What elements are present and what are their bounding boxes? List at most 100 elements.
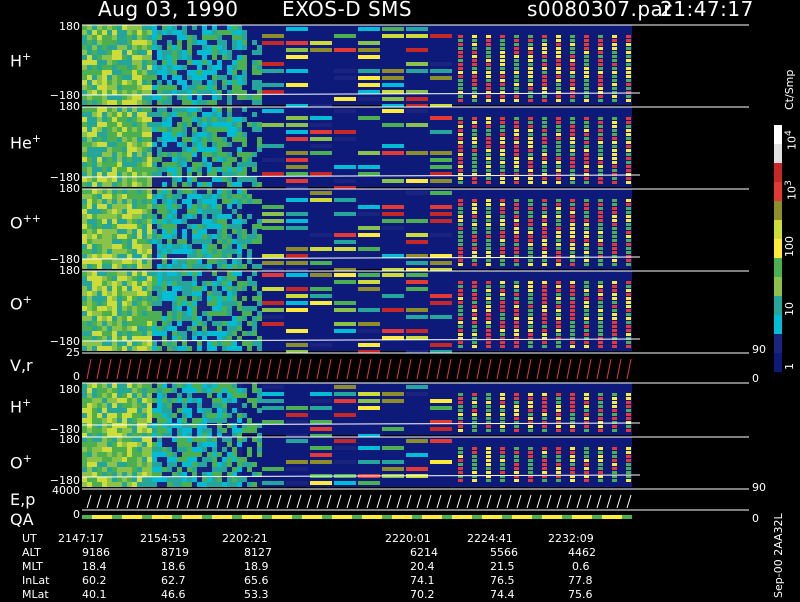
spectrogram-cell <box>202 311 207 316</box>
spectrogram-cell <box>207 204 212 209</box>
spectrogram-cell <box>157 462 162 467</box>
spectrogram-cell <box>117 167 122 172</box>
spectrogram-cell <box>117 239 122 244</box>
spectrogram-cell <box>182 142 187 147</box>
spectrogram-cell <box>87 301 92 306</box>
spectrogram-cell <box>192 147 197 152</box>
spectrogram-cell <box>182 403 187 408</box>
spectrogram-spike <box>528 207 533 210</box>
spectrogram-cell <box>242 117 247 122</box>
spectrogram-spike <box>570 43 575 46</box>
spectrogram-cell <box>227 457 232 462</box>
spectrogram-cell <box>107 117 112 122</box>
spectrogram-spike <box>556 247 561 250</box>
spectrogram-spike <box>514 75 519 78</box>
spectrogram-cell <box>202 477 207 482</box>
spectrogram-cell <box>217 388 222 393</box>
spectrogram-spike <box>570 405 575 408</box>
spectrogram-cell <box>207 346 212 351</box>
spectrogram-cell <box>252 182 257 187</box>
spectrogram-cell <box>137 70 142 75</box>
spectrogram-cell <box>87 413 92 418</box>
footer-cell: 74.1 <box>410 574 435 587</box>
spectrogram-cell <box>97 25 102 30</box>
spectrogram-cell <box>192 467 197 472</box>
spectrogram-cell <box>197 331 202 336</box>
spectrogram-band <box>406 233 428 237</box>
spectrogram-cell <box>157 112 162 117</box>
spectrogram-spike <box>612 341 617 344</box>
spectrogram-cell <box>127 437 132 442</box>
spectrogram-cell <box>212 45 217 50</box>
spectrogram-cell <box>242 30 247 35</box>
spectrogram-spike <box>500 47 505 50</box>
spectrogram-spike <box>556 239 561 242</box>
spectrogram-spike <box>514 149 519 152</box>
spectrogram-cell <box>237 199 242 204</box>
spectrogram-cell <box>82 254 87 259</box>
spectrogram-spike <box>570 409 575 412</box>
spectrogram-cell <box>237 204 242 209</box>
spectrogram-spike <box>570 305 575 308</box>
spectrogram-cell <box>182 100 187 105</box>
spectrogram-spike <box>542 145 547 148</box>
spectrogram-cell <box>172 127 177 132</box>
spectrogram-spike <box>528 181 533 184</box>
spectrogram-cell <box>112 281 117 286</box>
spectrogram-cell <box>132 393 137 398</box>
spectrogram-cell <box>102 311 107 316</box>
footer-label-mlat: MLat <box>22 588 49 601</box>
spectrogram-cell <box>117 142 122 147</box>
spectrogram-cell <box>197 457 202 462</box>
spectrogram-cell <box>202 393 207 398</box>
spectrogram-band <box>310 48 332 52</box>
spectrogram-spike <box>584 325 589 328</box>
spectrogram-cell <box>147 408 152 413</box>
spectrogram-cell <box>192 40 197 45</box>
spectrogram-spike <box>612 247 617 250</box>
spectrogram-cell <box>97 75 102 80</box>
spectrogram-spike <box>514 219 519 222</box>
spectrogram-spike <box>514 309 519 312</box>
spectrogram-cell <box>152 306 157 311</box>
spectrogram-cell <box>232 167 237 172</box>
spectrogram-cell <box>107 199 112 204</box>
spectrogram-spike <box>500 149 505 152</box>
spectrogram-spike <box>486 153 491 156</box>
spectrogram-spike <box>486 211 491 214</box>
spectrogram-cell <box>92 281 97 286</box>
spectrogram-spike <box>556 141 561 144</box>
spectrogram-cell <box>232 219 237 224</box>
spectrogram-cell <box>137 172 142 177</box>
spectrogram-cell <box>112 291 117 296</box>
spectrogram-spike <box>556 393 561 396</box>
spectrogram-spike <box>626 285 631 288</box>
spectrogram-band <box>286 301 308 305</box>
spectrogram-cell <box>127 117 132 122</box>
spectrogram-spike <box>500 145 505 148</box>
spectrogram-spike <box>584 313 589 316</box>
spectrogram-cell <box>227 413 232 418</box>
spectrogram-band <box>286 69 308 73</box>
spectrogram-band <box>334 481 356 485</box>
spectrogram-cell <box>152 40 157 45</box>
spectrogram-cell <box>122 296 127 301</box>
spectrogram-cell <box>142 413 147 418</box>
spectrogram-spike <box>542 165 547 168</box>
spectrogram-cell <box>162 403 167 408</box>
spectrogram-cell <box>222 244 227 249</box>
spectrogram-spike <box>472 137 477 140</box>
spectrogram-band <box>262 172 284 176</box>
colorbar-swatch <box>774 258 782 277</box>
spectrogram-cell <box>102 428 107 433</box>
spectrogram-cell <box>97 177 102 182</box>
spectrogram-spike <box>486 181 491 184</box>
spectrogram-cell <box>92 276 97 281</box>
spectrogram-cell <box>152 291 157 296</box>
spectrogram-cell <box>107 189 112 194</box>
spectrogram-cell <box>177 316 182 321</box>
spectrogram-cell <box>127 254 132 259</box>
spectrogram-band <box>358 460 380 464</box>
spectrogram-cell <box>187 423 192 428</box>
spectrogram-spike <box>612 243 617 246</box>
